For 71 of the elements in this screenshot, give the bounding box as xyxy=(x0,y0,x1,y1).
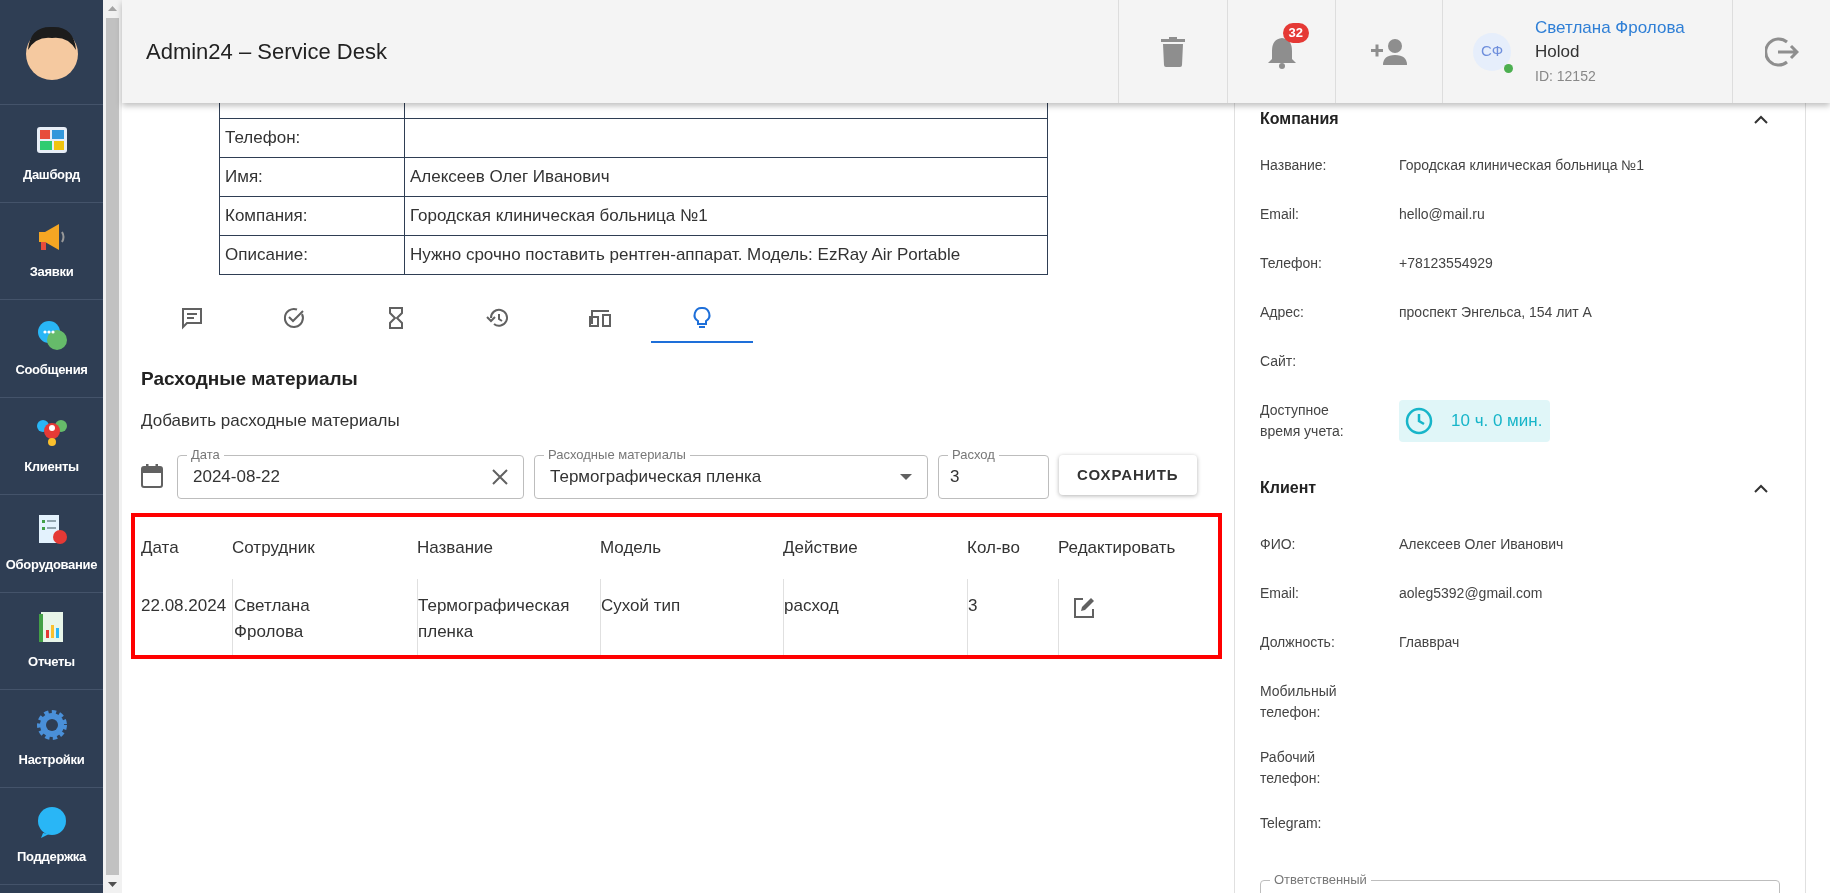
table-cell: Телефон: xyxy=(219,118,405,158)
field-value: Главврач xyxy=(1399,633,1460,652)
column-header: Дата xyxy=(141,537,180,560)
user-name[interactable]: Светлана Фролова xyxy=(1535,15,1685,40)
field-label: Email: xyxy=(1260,584,1300,603)
section-heading: Компания xyxy=(1260,109,1339,129)
notifications-button[interactable]: 32 xyxy=(1266,22,1309,69)
time-chip: 10 ч. 0 мин. xyxy=(1399,400,1551,442)
edit-icon[interactable] xyxy=(1073,597,1095,619)
comment-icon xyxy=(180,306,204,330)
section-subtitle: Добавить расходные материалы xyxy=(141,409,401,432)
table-cell: Компания: xyxy=(219,196,405,236)
field-value: Городская клиническая больница №1 xyxy=(1399,156,1645,175)
save-button[interactable]: СОХРАНИТЬ xyxy=(1059,455,1197,495)
chevron-up-icon[interactable] xyxy=(1754,114,1768,124)
user-profile[interactable]: СФ Светлана Фролова Holod ID: 12152 xyxy=(1442,0,1732,103)
scrollbar[interactable] xyxy=(103,0,122,893)
table-cell: Нужно срочно поставить рентген-аппарат. Модель: EzRay Air Portable xyxy=(404,235,1048,275)
field-value: Алексеев Олег Иванович xyxy=(1399,535,1564,554)
user-avatar: СФ xyxy=(1473,32,1511,71)
field-label: Telegram: xyxy=(1260,814,1323,833)
history-icon xyxy=(486,306,510,330)
column-header: Модель xyxy=(600,537,663,560)
dropdown-icon[interactable] xyxy=(900,474,912,480)
column-header: Действие xyxy=(783,537,859,560)
app-title: Admin24 – Service Desk xyxy=(146,38,387,66)
table-cell: Описание: xyxy=(219,235,405,275)
table-cell-text: Сухой тип xyxy=(601,595,682,617)
table-cell-text: Термографическая пленка xyxy=(418,595,571,643)
table-cell: Имя: xyxy=(219,157,405,197)
table-cell: Городская клиническая больница №1 xyxy=(404,196,1048,236)
column-header: Редактировать xyxy=(1058,537,1177,560)
user-company: Holod xyxy=(1535,40,1581,63)
field-label: Телефон: xyxy=(1260,254,1323,273)
field-label: Адрес: xyxy=(1260,303,1305,322)
table-cell-text: 3 xyxy=(968,595,979,617)
clock-icon xyxy=(1405,407,1433,435)
field-value: hello@mail.ru xyxy=(1399,205,1485,224)
notification-count: 32 xyxy=(1282,22,1309,43)
column-header: Кол-во xyxy=(967,537,1021,560)
lightbulb-icon xyxy=(690,306,714,330)
scroll-down-icon[interactable] xyxy=(108,879,117,889)
table-cell-text: расход xyxy=(784,595,840,617)
trash-icon[interactable] xyxy=(1161,36,1185,67)
field-label: Сайт: xyxy=(1260,352,1298,371)
table-cell: Алексеев Олег Иванович xyxy=(404,157,1048,197)
clear-icon[interactable] xyxy=(492,469,508,485)
section-heading: Клиент xyxy=(1260,478,1317,498)
field-label: Мобильный телефон: xyxy=(1260,682,1338,722)
add-user-icon[interactable] xyxy=(1371,38,1407,65)
user-id: ID: 12152 xyxy=(1535,66,1597,86)
field-value: aoleg5392@gmail.com xyxy=(1399,584,1543,603)
check-circle-icon xyxy=(282,306,306,330)
field-label: Должность: xyxy=(1260,633,1336,652)
field-label: Рабочий телефон: xyxy=(1260,748,1322,788)
calendar-icon[interactable] xyxy=(141,464,163,488)
field-label: Название: xyxy=(1260,156,1328,175)
sidebar-item[interactable]: Дашборд xyxy=(0,105,103,203)
column-header: Сотрудник xyxy=(232,537,316,560)
logout-icon[interactable] xyxy=(1764,35,1799,68)
column-header: Название xyxy=(417,537,494,560)
field-label: Доступное время учета: xyxy=(1260,401,1345,441)
chevron-up-icon[interactable] xyxy=(1754,483,1768,493)
section-heading: Расходные материалы xyxy=(141,367,359,391)
table-cell-text: Светлана Фролова xyxy=(234,595,311,643)
field-label: ФИО: xyxy=(1260,535,1297,554)
field-value: проспект Энгельса, 154 лит А xyxy=(1399,303,1592,322)
settings-icon xyxy=(34,707,69,742)
table-cell-text: 22.08.2024 xyxy=(141,595,227,617)
field-label: Email: xyxy=(1260,205,1300,224)
field-value: +78123554929 xyxy=(1399,254,1493,273)
